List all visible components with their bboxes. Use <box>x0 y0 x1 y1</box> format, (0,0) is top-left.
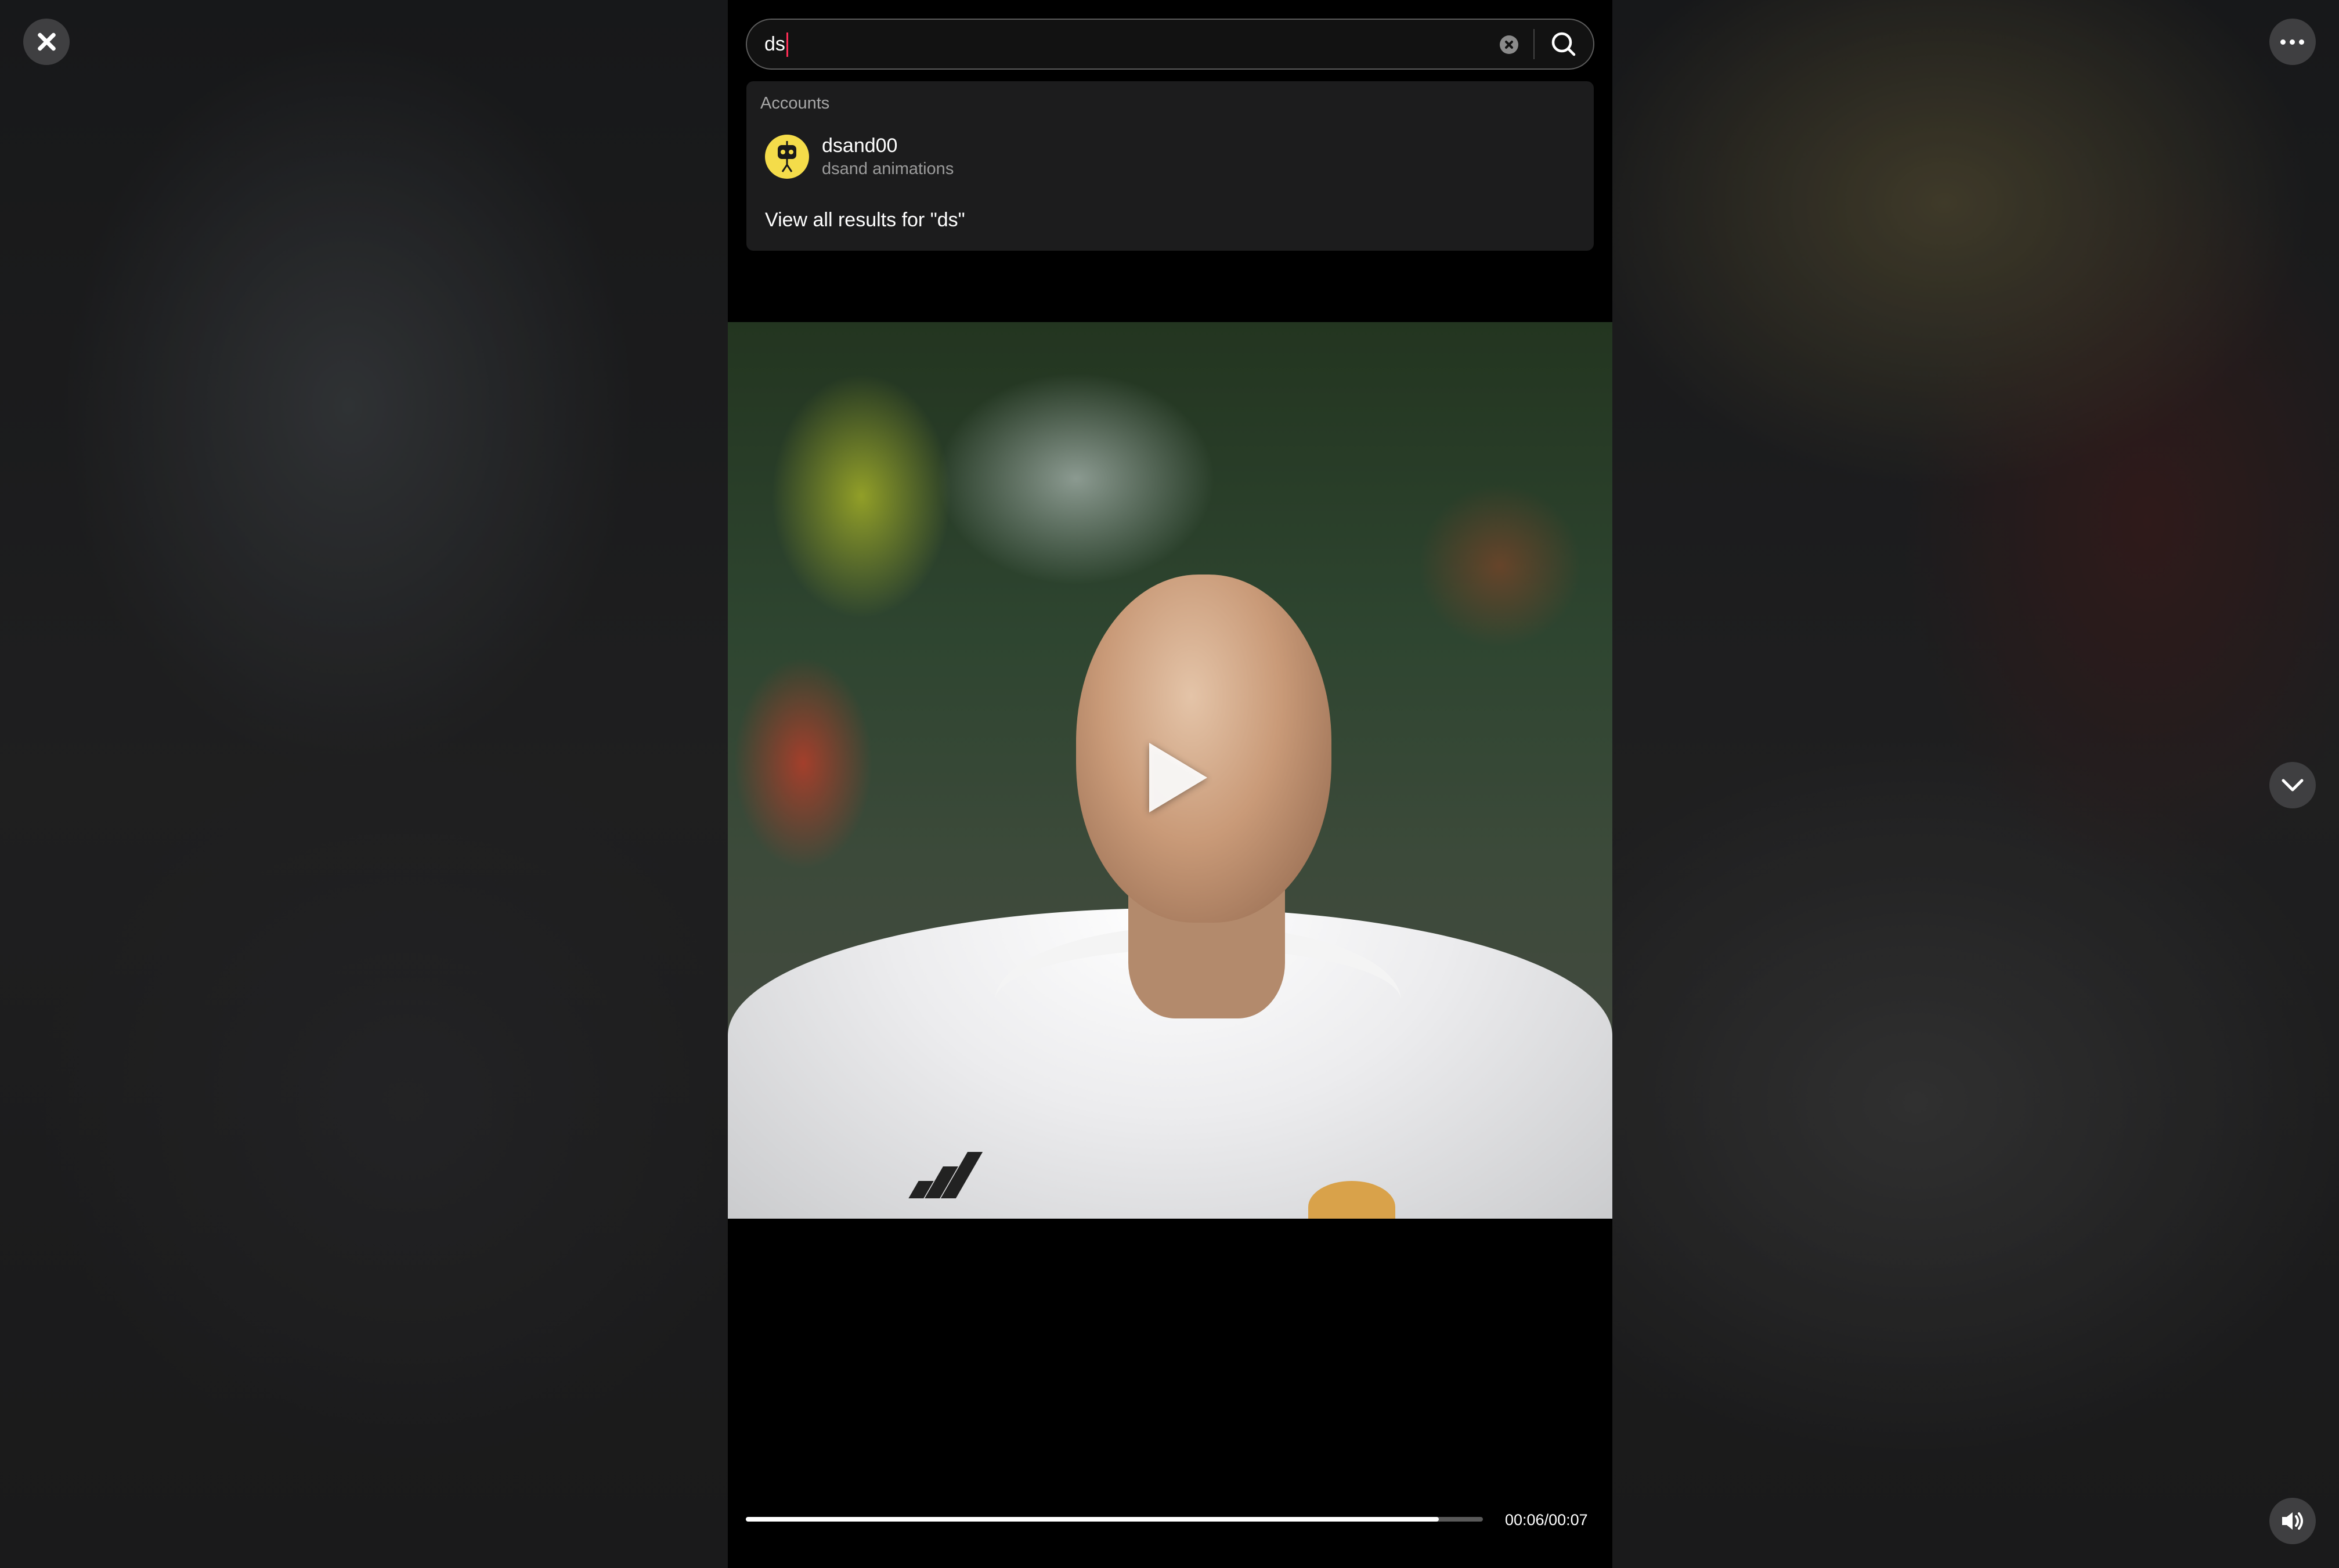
account-display-name: dsand animations <box>822 160 954 178</box>
video-frame-logo <box>902 1146 983 1198</box>
search-icon <box>1551 32 1576 56</box>
chevron-down-icon <box>2282 779 2304 792</box>
next-video-button[interactable] <box>2269 762 2316 808</box>
play-icon[interactable] <box>1149 743 1207 812</box>
robot-avatar-icon <box>778 141 796 172</box>
time-readout: 00:06/00:07 <box>1505 1511 1588 1529</box>
search-bar <box>746 19 1594 70</box>
video-progress-fill <box>746 1517 1439 1522</box>
volume-button[interactable] <box>2269 1498 2316 1544</box>
text-caret <box>786 32 788 57</box>
more-options-button[interactable] <box>2269 19 2316 65</box>
search-divider <box>1533 29 1535 59</box>
account-username: dsand00 <box>822 135 898 157</box>
search-input[interactable] <box>764 20 1461 68</box>
account-suggestion[interactable]: dsand00 dsand animations <box>746 128 1594 192</box>
clear-icon[interactable] <box>1500 35 1518 54</box>
avatar <box>765 135 809 179</box>
view-all-results-link[interactable]: View all results for "ds" <box>765 209 965 232</box>
search-button[interactable] <box>1546 27 1582 62</box>
video-progress-bar[interactable] <box>746 1517 1483 1522</box>
volume-icon <box>2282 1512 2303 1530</box>
close-button[interactable] <box>23 19 70 65</box>
search-suggestions-dropdown: Accounts dsand00 dsand animations View a… <box>746 81 1594 251</box>
section-title-accounts: Accounts <box>760 94 830 113</box>
